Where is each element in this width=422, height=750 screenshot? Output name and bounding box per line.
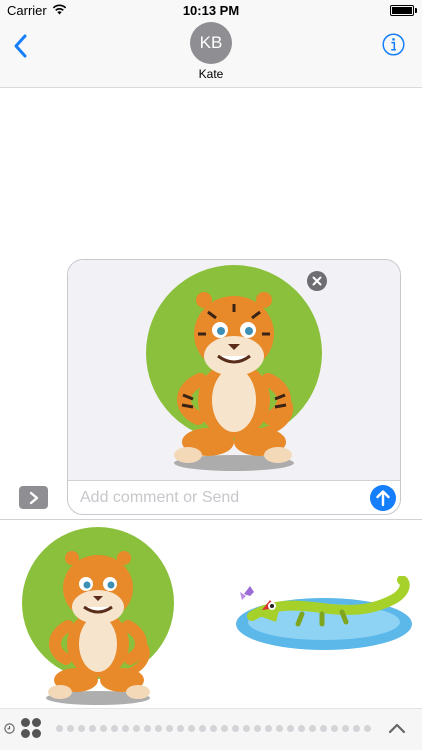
page-dot[interactable] <box>243 725 250 732</box>
sticker-preview-area <box>68 260 400 480</box>
page-dot[interactable] <box>320 725 327 732</box>
clock: 10:13 PM <box>182 3 240 18</box>
send-arrow-icon[interactable] <box>370 485 396 511</box>
page-dot[interactable] <box>254 725 261 732</box>
tiger-sticker[interactable] <box>68 260 400 480</box>
sticker-drawer <box>0 520 422 710</box>
recents-icon[interactable] <box>4 723 15 734</box>
collapse-chevron-icon[interactable] <box>388 722 406 734</box>
page-dot[interactable] <box>309 725 316 732</box>
battery-icon <box>390 5 414 16</box>
page-dot[interactable] <box>111 725 118 732</box>
page-dot[interactable] <box>177 725 184 732</box>
page-dot[interactable] <box>78 725 85 732</box>
page-dot[interactable] <box>56 725 63 732</box>
avatar[interactable]: KB <box>190 22 232 64</box>
page-dot[interactable] <box>210 725 217 732</box>
page-dot[interactable] <box>331 725 338 732</box>
expand-chevron-icon[interactable] <box>19 486 48 509</box>
page-dot[interactable] <box>144 725 151 732</box>
page-dot[interactable] <box>188 725 195 732</box>
page-dot[interactable] <box>276 725 283 732</box>
comment-input[interactable] <box>80 487 360 509</box>
page-dot[interactable] <box>364 725 371 732</box>
page-dot[interactable] <box>287 725 294 732</box>
chevron-right-icon <box>29 491 38 504</box>
crocodile-sticker[interactable] <box>232 576 418 652</box>
page-dot[interactable] <box>298 725 305 732</box>
status-bar: Carrier 10:13 PM <box>0 0 422 22</box>
page-dot[interactable] <box>166 725 173 732</box>
page-dot[interactable] <box>199 725 206 732</box>
info-icon[interactable] <box>382 33 405 56</box>
page-dot[interactable] <box>122 725 129 732</box>
app-strip <box>0 708 422 750</box>
battery-nub <box>415 8 417 13</box>
page-dot[interactable] <box>221 725 228 732</box>
app-page-dots <box>56 725 371 732</box>
page-dot[interactable] <box>342 725 349 732</box>
page-dot[interactable] <box>265 725 272 732</box>
tiger-sticker[interactable] <box>18 526 178 708</box>
page-dot[interactable] <box>353 725 360 732</box>
remove-icon[interactable] <box>307 271 327 291</box>
compose-box <box>67 259 401 515</box>
conversation-header: KB Kate <box>0 22 422 88</box>
chevron-left-icon[interactable] <box>9 32 33 60</box>
contact-name[interactable]: Kate <box>0 67 422 81</box>
compose-divider <box>68 480 400 481</box>
page-dot[interactable] <box>89 725 96 732</box>
page-dot[interactable] <box>155 725 162 732</box>
apps-grid-icon[interactable] <box>20 717 42 739</box>
page-dot[interactable] <box>133 725 140 732</box>
page-dot[interactable] <box>67 725 74 732</box>
page-dot[interactable] <box>100 725 107 732</box>
page-dot[interactable] <box>232 725 239 732</box>
